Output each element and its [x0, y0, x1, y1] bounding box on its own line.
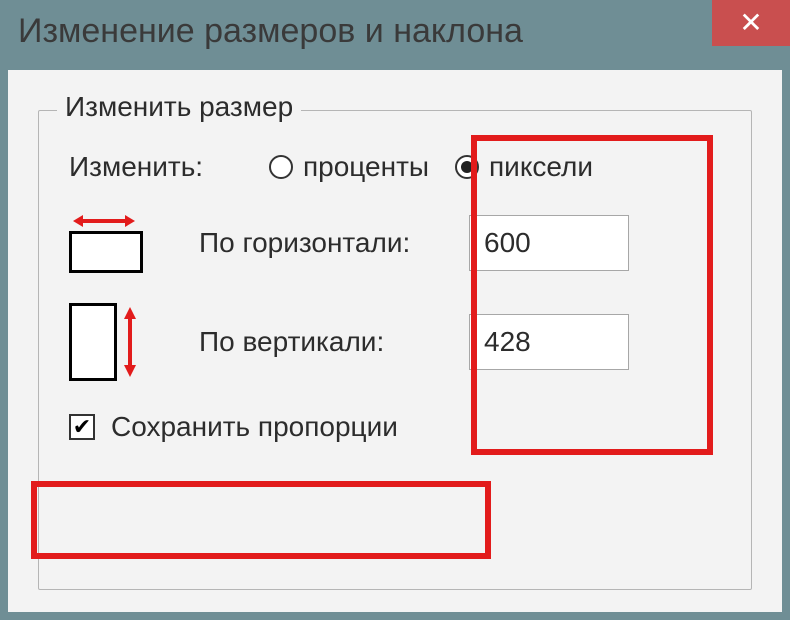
unit-percent-label: проценты [303, 151, 429, 183]
horizontal-row: По горизонтали: 600 [69, 213, 727, 273]
unit-pixels-option[interactable]: пиксели [455, 151, 593, 183]
keep-ratio-label: Сохранить пропорции [111, 411, 398, 443]
highlight-pixels-column [471, 135, 713, 455]
resize-legend: Изменить размер [57, 91, 301, 123]
rect-vertical-icon [69, 303, 117, 381]
highlight-keep-ratio [31, 481, 491, 559]
change-label: Изменить: [69, 151, 269, 183]
vertical-label: По вертикали: [199, 324, 469, 360]
resize-skew-dialog: Изменение размеров и наклона ✕ Изменить … [0, 0, 790, 620]
unit-percent-option[interactable]: проценты [269, 151, 429, 183]
titlebar: Изменение размеров и наклона ✕ [0, 0, 790, 70]
radio-percent[interactable] [269, 155, 293, 179]
radio-pixels[interactable] [455, 155, 479, 179]
horizontal-icon [69, 213, 199, 273]
arrow-horizontal-icon [73, 213, 135, 229]
units-row: Изменить: проценты пиксели [69, 151, 727, 183]
close-button[interactable]: ✕ [712, 0, 790, 46]
horizontal-label: По горизонтали: [199, 225, 469, 261]
unit-pixels-label: пиксели [489, 151, 593, 183]
arrow-vertical-icon [121, 307, 139, 377]
vertical-value: 428 [484, 326, 531, 358]
horizontal-value: 600 [484, 227, 531, 259]
close-icon: ✕ [739, 6, 762, 39]
dialog-content: Изменить размер Изменить: проценты пиксе… [8, 70, 782, 610]
dialog-title: Изменение размеров и наклона [18, 0, 712, 62]
vertical-row: По вертикали: 428 [69, 303, 727, 381]
vertical-input[interactable]: 428 [469, 314, 629, 370]
horizontal-input[interactable]: 600 [469, 215, 629, 271]
vertical-icon [69, 303, 199, 381]
keep-ratio-row[interactable]: ✔ Сохранить пропорции [69, 411, 727, 443]
rect-horizontal-icon [69, 231, 143, 273]
check-icon: ✔ [73, 416, 91, 438]
keep-ratio-checkbox[interactable]: ✔ [69, 414, 95, 440]
resize-fieldset: Изменить размер Изменить: проценты пиксе… [38, 110, 752, 590]
